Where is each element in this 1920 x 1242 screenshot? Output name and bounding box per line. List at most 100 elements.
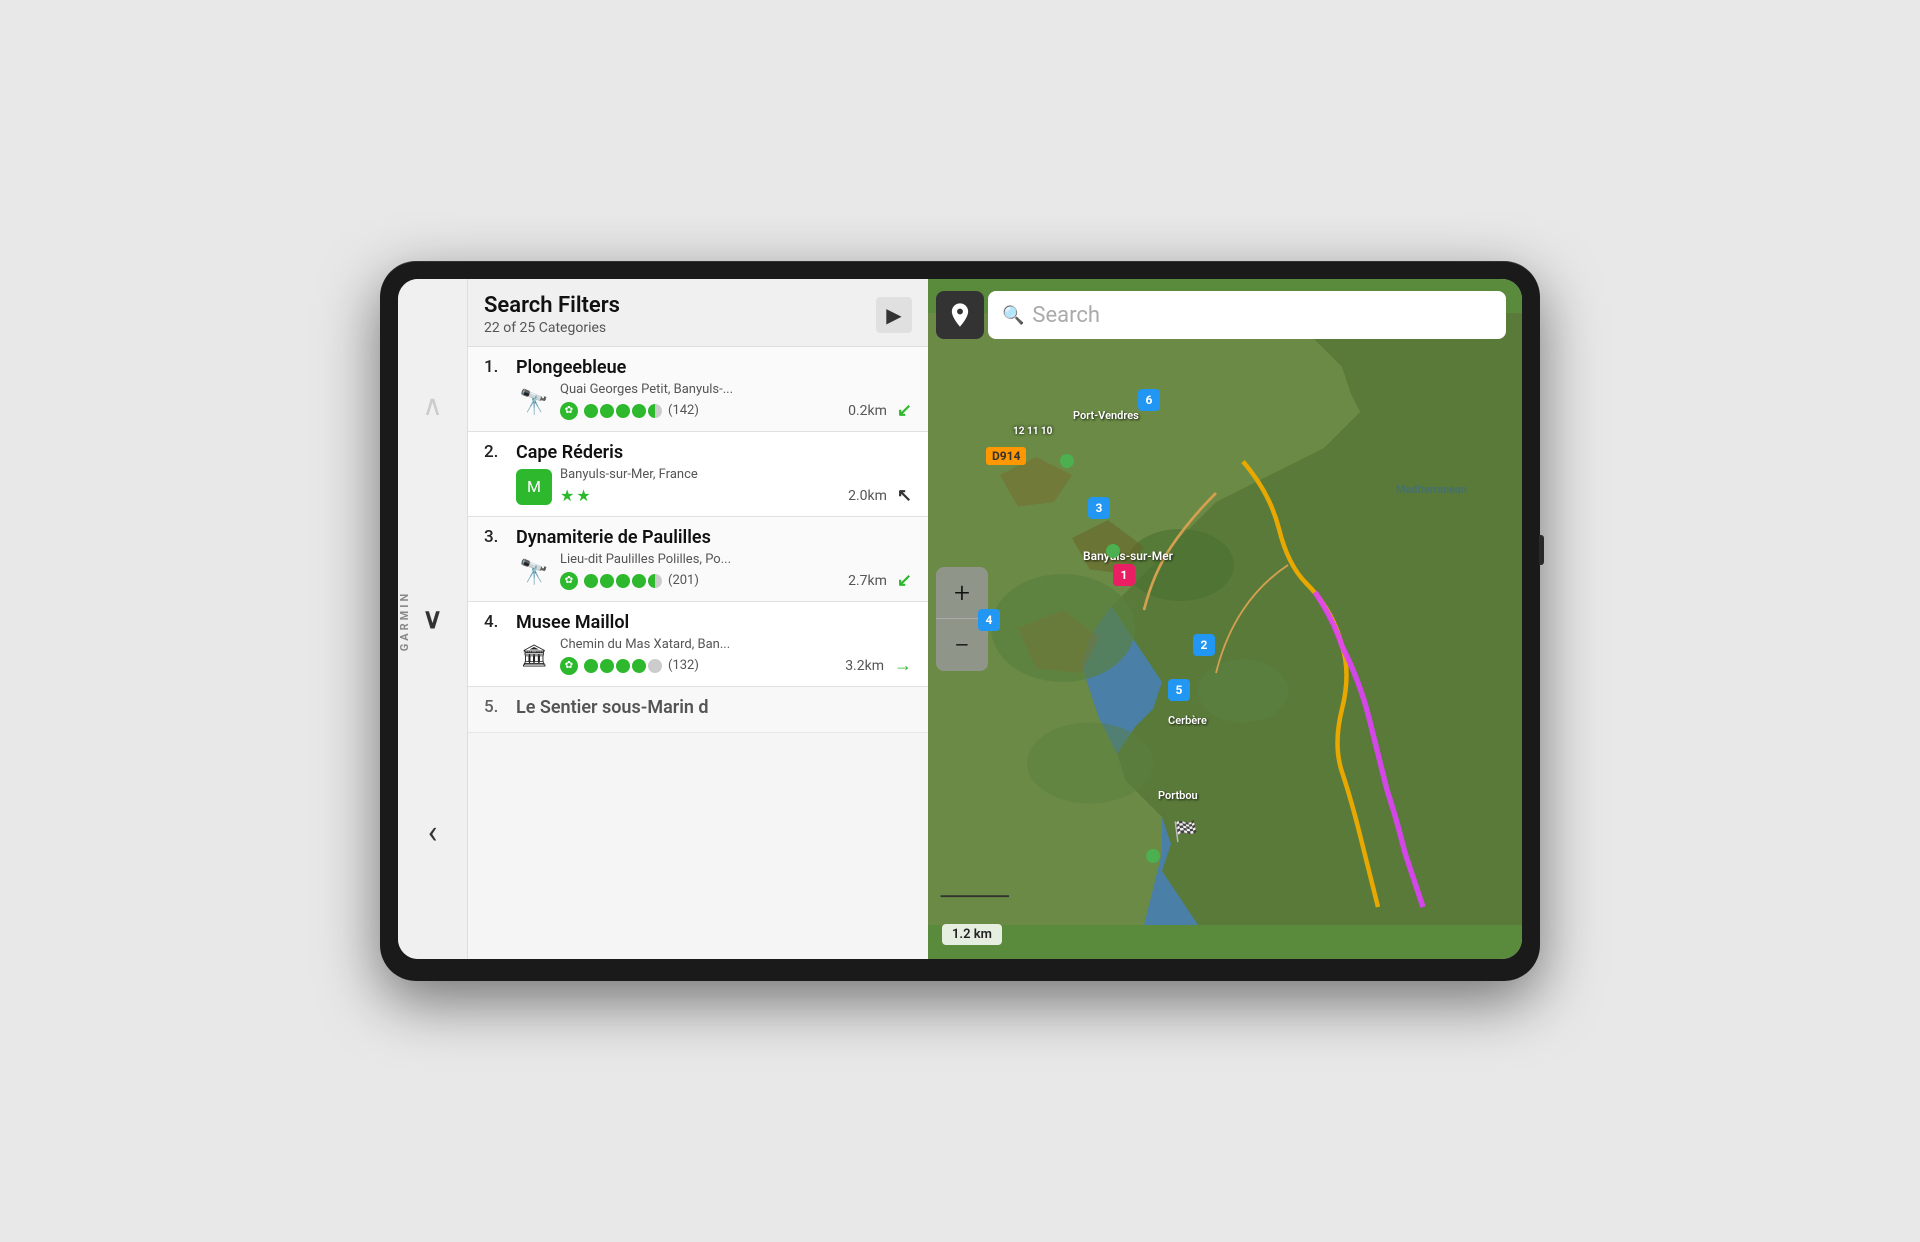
star-2-2: ★ — [576, 486, 590, 505]
rating-dots-1 — [584, 404, 662, 418]
result-number-4: 4. — [484, 612, 508, 632]
result-detail-3: 🔭 Lieu-dit Paulilles Polilles, Po... ✿ — [516, 552, 912, 591]
map-search-bar[interactable]: 🔍 Search — [988, 291, 1506, 339]
result-distance-3: 2.7km — [848, 573, 887, 589]
dot-3-4 — [632, 574, 646, 588]
result-name-5: Le Sentier sous-Marin d — [516, 697, 709, 718]
scroll-up-button[interactable]: ∧ — [408, 381, 458, 431]
result-rating-row-1: ✿ (142) 0.2km ↙ — [560, 400, 912, 421]
result-header-2: 2. Cape Réderis — [484, 442, 912, 463]
result-detail-4: 🏛 Chemin du Mas Xatard, Ban... ✿ — [516, 637, 912, 676]
tripadvisor-icon-4: ✿ — [560, 657, 578, 675]
brand-label: GARMIN — [398, 591, 411, 652]
result-item-2[interactable]: 2. Cape Réderis M Banyuls-sur-Mer, Franc… — [468, 432, 928, 517]
direction-arrow-3: ↙ — [897, 570, 912, 591]
star-2-1: ★ — [560, 486, 574, 505]
results-panel: Search Filters 22 of 25 Categories ▶ 1. … — [468, 279, 928, 959]
direction-arrow-2: ↖ — [897, 485, 912, 506]
result-distance-4: 3.2km — [845, 658, 884, 674]
map-background: Mediterranean — [928, 279, 1522, 959]
result-item-4[interactable]: 4. Musee Maillol 🏛 Chemin du Mas Xatard,… — [468, 602, 928, 687]
result-number-3: 3. — [484, 527, 508, 547]
result-number-2: 2. — [484, 442, 508, 462]
result-info-2: Banyuls-sur-Mer, France ★ ★ 2.0km ↖ — [560, 467, 912, 506]
dot-1-1 — [584, 404, 598, 418]
dot-1-2 — [600, 404, 614, 418]
garmin-device: GARMIN ∧ ∨ ‹ Search Filters 22 of 25 Cat… — [380, 261, 1540, 981]
dot-4-5 — [648, 659, 662, 673]
dot-3-1 — [584, 574, 598, 588]
filter-arrow-button[interactable]: ▶ — [876, 297, 912, 333]
result-header-1: 1. Plongeebleue — [484, 357, 912, 378]
star-rating-2: ★ ★ — [560, 486, 591, 505]
direction-arrow-1: ↙ — [897, 400, 912, 421]
dot-4-1 — [584, 659, 598, 673]
result-count-1: (142) — [668, 403, 699, 418]
result-number-5: 5. — [484, 697, 508, 717]
dot-3-2 — [600, 574, 614, 588]
dot-4-2 — [600, 659, 614, 673]
result-count-3: (201) — [668, 573, 699, 588]
zoom-out-button[interactable]: − — [936, 619, 988, 671]
dot-3-5 — [648, 574, 662, 588]
results-subtitle: 22 of 25 Categories — [484, 320, 620, 336]
result-distance-1: 0.2km — [848, 403, 887, 419]
results-header-info: Search Filters 22 of 25 Categories — [484, 293, 620, 336]
result-header-3: 3. Dynamiterie de Paulilles — [484, 527, 912, 548]
dot-1-4 — [632, 404, 646, 418]
binoculars-icon-1: 🔭 — [516, 384, 552, 420]
back-button[interactable]: ‹ — [408, 807, 458, 857]
result-info-3: Lieu-dit Paulilles Polilles, Po... ✿ — [560, 552, 912, 591]
side-button[interactable] — [1539, 535, 1544, 565]
pin-icon — [946, 301, 974, 329]
result-number-1: 1. — [484, 357, 508, 377]
tripadvisor-icon-1: ✿ — [560, 402, 578, 420]
results-header: Search Filters 22 of 25 Categories ▶ — [468, 279, 928, 347]
result-rating-row-2: ★ ★ 2.0km ↖ — [560, 485, 912, 506]
svg-text:Mediterranean: Mediterranean — [1396, 483, 1467, 496]
results-title: Search Filters — [484, 293, 620, 318]
result-item-1[interactable]: 1. Plongeebleue 🔭 Quai Georges Petit, Ba… — [468, 347, 928, 432]
tripadvisor-icon-3: ✿ — [560, 572, 578, 590]
scroll-down-button[interactable]: ∨ — [408, 594, 458, 644]
rating-dots-3 — [584, 574, 662, 588]
result-name-1: Plongeebleue — [516, 357, 626, 378]
result-header-4: 4. Musee Maillol — [484, 612, 912, 633]
result-name-4: Musee Maillol — [516, 612, 629, 633]
result-item-3[interactable]: 3. Dynamiterie de Paulilles 🔭 Lieu-dit P… — [468, 517, 928, 602]
result-detail-1: 🔭 Quai Georges Petit, Banyuls-... ✿ — [516, 382, 912, 421]
result-address-4: Chemin du Mas Xatard, Ban... — [560, 637, 912, 652]
result-address-3: Lieu-dit Paulilles Polilles, Po... — [560, 552, 912, 567]
result-rating-row-3: ✿ (201) 2.7km ↙ — [560, 570, 912, 591]
result-count-4: (132) — [668, 658, 699, 673]
result-item-5[interactable]: 5. Le Sentier sous-Marin d — [468, 687, 928, 733]
dot-4-4 — [632, 659, 646, 673]
rating-dots-4 — [584, 659, 662, 673]
location-button[interactable] — [936, 291, 984, 339]
result-header-5: 5. Le Sentier sous-Marin d — [484, 697, 912, 718]
dot-3-3 — [616, 574, 630, 588]
zoom-in-button[interactable]: + — [936, 567, 988, 619]
dot-1-5 — [648, 404, 662, 418]
result-name-2: Cape Réderis — [516, 442, 623, 463]
map-panel: Mediterranean 🔍 Search — [928, 279, 1522, 959]
dot-4-3 — [616, 659, 630, 673]
zoom-controls: + − — [936, 567, 988, 671]
result-address-1: Quai Georges Petit, Banyuls-... — [560, 382, 912, 397]
binoculars-icon-3: 🔭 — [516, 554, 552, 590]
results-list: 1. Plongeebleue 🔭 Quai Georges Petit, Ba… — [468, 347, 928, 959]
result-distance-2: 2.0km — [848, 488, 887, 504]
result-name-3: Dynamiterie de Paulilles — [516, 527, 711, 548]
result-address-2: Banyuls-sur-Mer, France — [560, 467, 912, 482]
result-rating-row-4: ✿ (132) 3.2km → — [560, 655, 912, 676]
result-detail-2: M Banyuls-sur-Mer, France ★ ★ 2.0km ↖ — [516, 467, 912, 506]
michelin-icon-2: M — [516, 469, 552, 505]
dot-1-3 — [616, 404, 630, 418]
direction-arrow-4: → — [894, 655, 912, 676]
museum-icon-4: 🏛 — [516, 639, 552, 675]
result-info-1: Quai Georges Petit, Banyuls-... ✿ — [560, 382, 912, 421]
screen: ∧ ∨ ‹ Search Filters 22 of 25 Categories… — [398, 279, 1522, 959]
search-placeholder: Search — [1032, 303, 1100, 328]
search-icon: 🔍 — [1002, 305, 1024, 326]
result-info-4: Chemin du Mas Xatard, Ban... ✿ — [560, 637, 912, 676]
